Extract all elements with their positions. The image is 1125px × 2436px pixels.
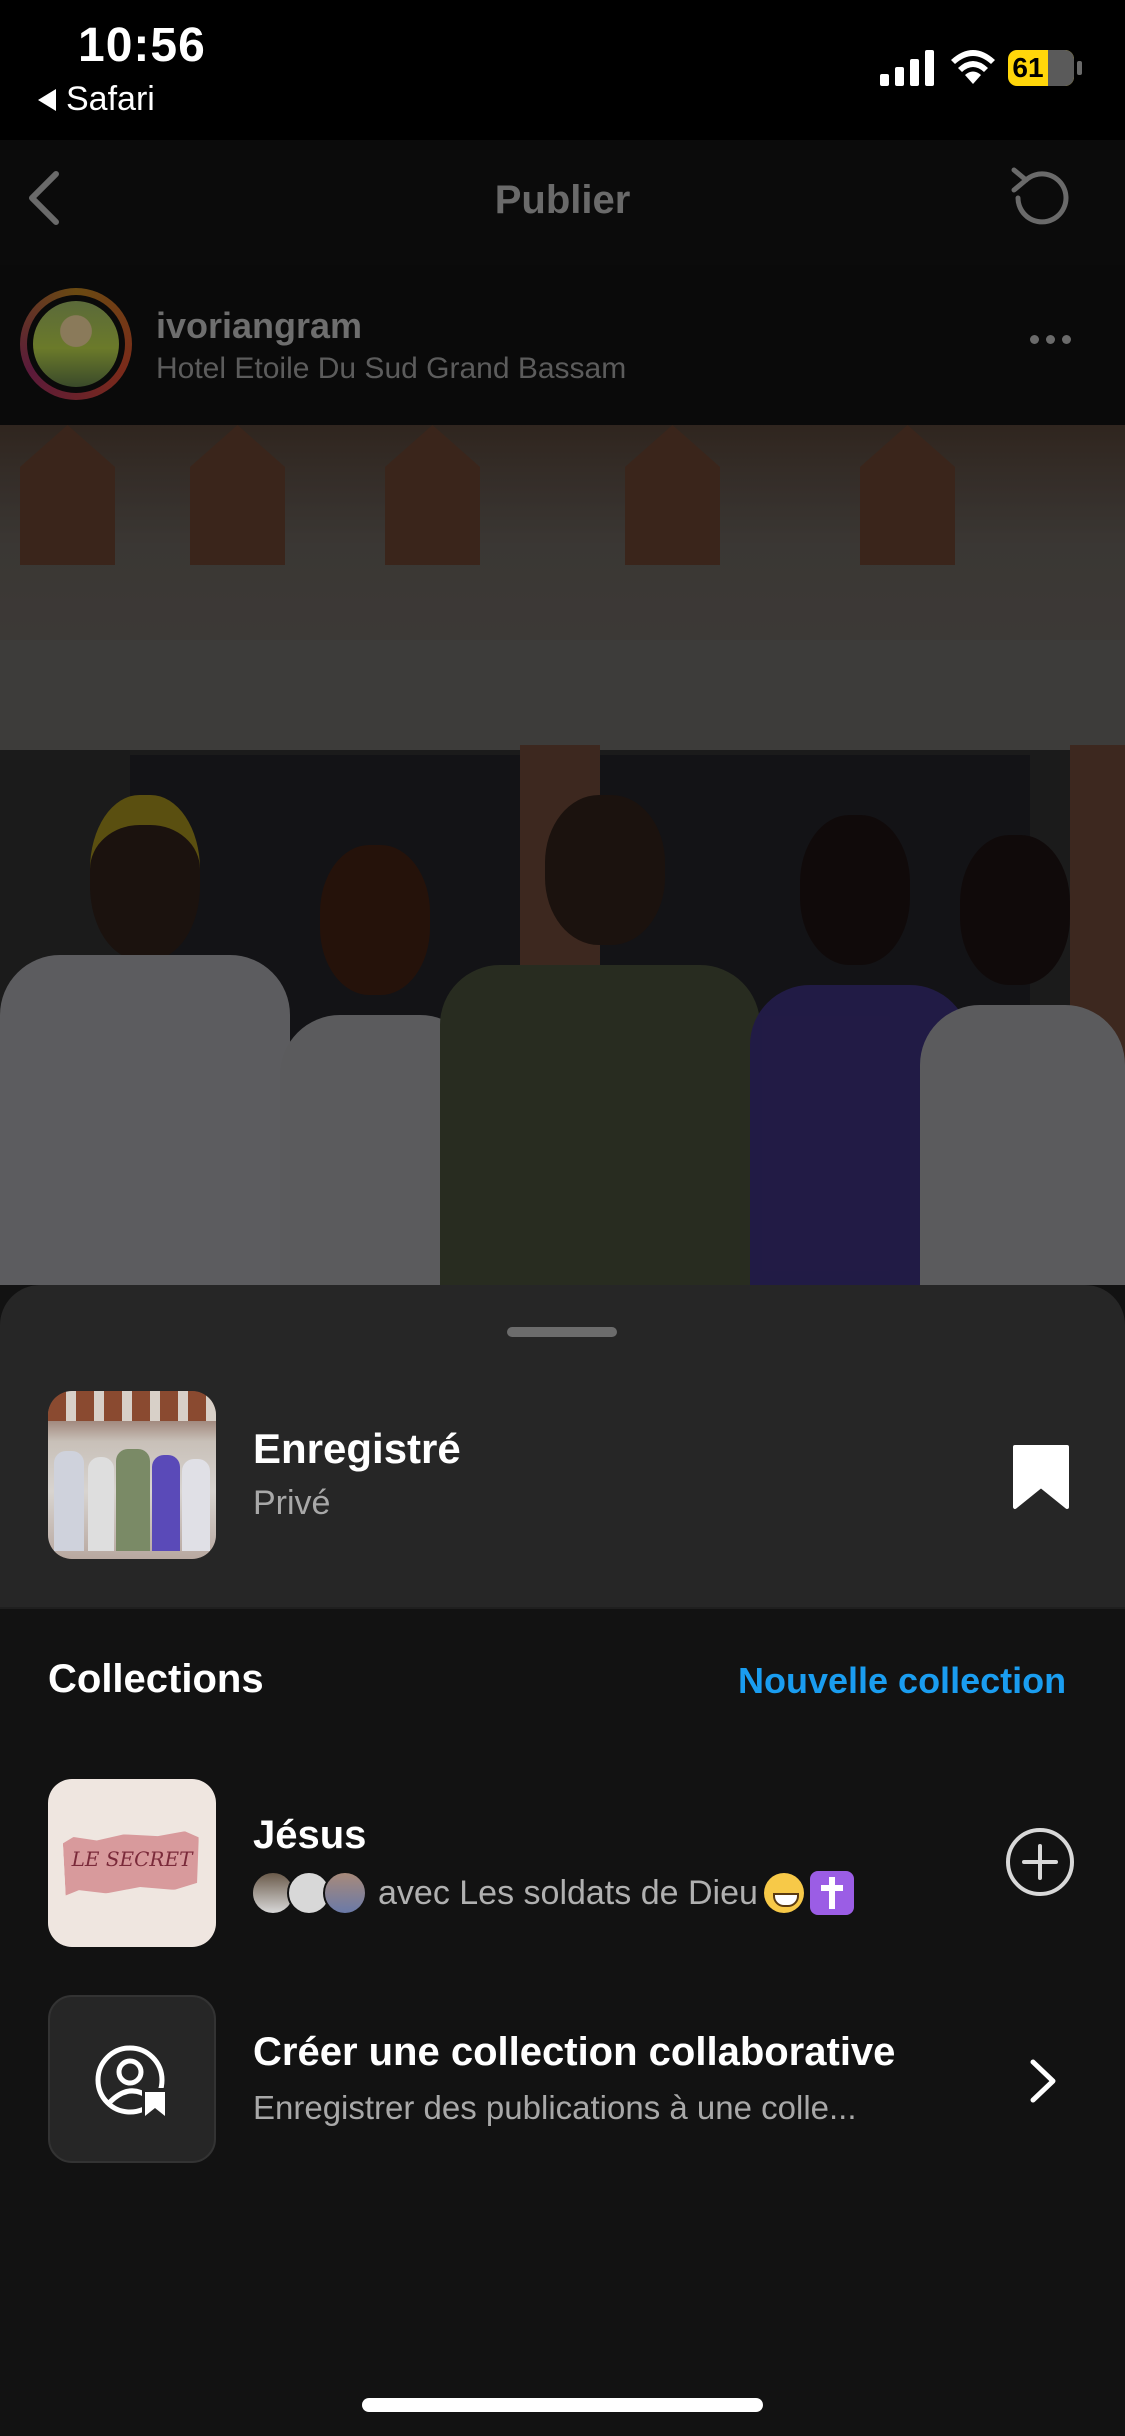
page-title: Publier — [494, 178, 631, 222]
photo-dim-overlay[interactable] — [0, 425, 1125, 1285]
back-triangle-icon — [38, 88, 56, 111]
battery-icon: 61 — [1008, 50, 1074, 86]
add-to-collection-icon[interactable] — [1004, 1826, 1076, 1898]
post-username[interactable]: ivoriangram — [156, 305, 362, 347]
chevron-right-icon[interactable] — [1025, 2056, 1061, 2106]
wifi-icon — [951, 50, 995, 84]
collection-subtitle-text: avec Les soldats de Dieu — [378, 1873, 758, 1912]
collection-subtitle: avec Les soldats de Dieu — [378, 1871, 854, 1915]
collection-thumbnail-text: LE SECRET — [71, 1847, 193, 1871]
cross-emoji-icon — [809, 1871, 854, 1915]
collection-title[interactable]: Jésus — [253, 1813, 366, 1858]
signal-icon — [880, 50, 934, 86]
collab-user-bookmark-icon — [95, 2045, 168, 2118]
collections-heading: Collections — [48, 1657, 264, 1701]
more-options-icon[interactable] — [1030, 335, 1071, 344]
collaborator-avatars — [251, 1871, 369, 1915]
post-location[interactable]: Hotel Etoile Du Sud Grand Bassam — [156, 352, 626, 386]
sheet-grabber[interactable] — [507, 1327, 617, 1337]
battery-cap — [1077, 61, 1082, 75]
saved-privacy: Privé — [253, 1484, 331, 1522]
refresh-icon[interactable] — [1004, 162, 1076, 234]
avatar[interactable] — [33, 301, 119, 387]
grin-emoji-icon — [763, 1873, 804, 1913]
create-collab-title[interactable]: Créer une collection collaborative — [253, 2030, 895, 2075]
new-collection-link[interactable]: Nouvelle collection — [738, 1660, 1066, 1702]
battery-level: 61 — [1012, 52, 1044, 83]
saved-thumbnail — [48, 1391, 216, 1559]
saved-title[interactable]: Enregistré — [253, 1425, 461, 1473]
bookmark-filled-icon[interactable] — [1012, 1444, 1070, 1510]
back-to-app-button[interactable]: Safari — [38, 80, 155, 119]
home-indicator[interactable] — [362, 2398, 763, 2412]
collection-thumbnail[interactable]: LE SECRET — [48, 1779, 216, 1947]
status-time: 10:56 — [78, 19, 206, 72]
divider — [0, 1607, 1125, 1609]
back-app-label: Safari — [66, 80, 155, 118]
create-collab-subtitle: Enregistrer des publications à une colle… — [253, 2089, 857, 2126]
